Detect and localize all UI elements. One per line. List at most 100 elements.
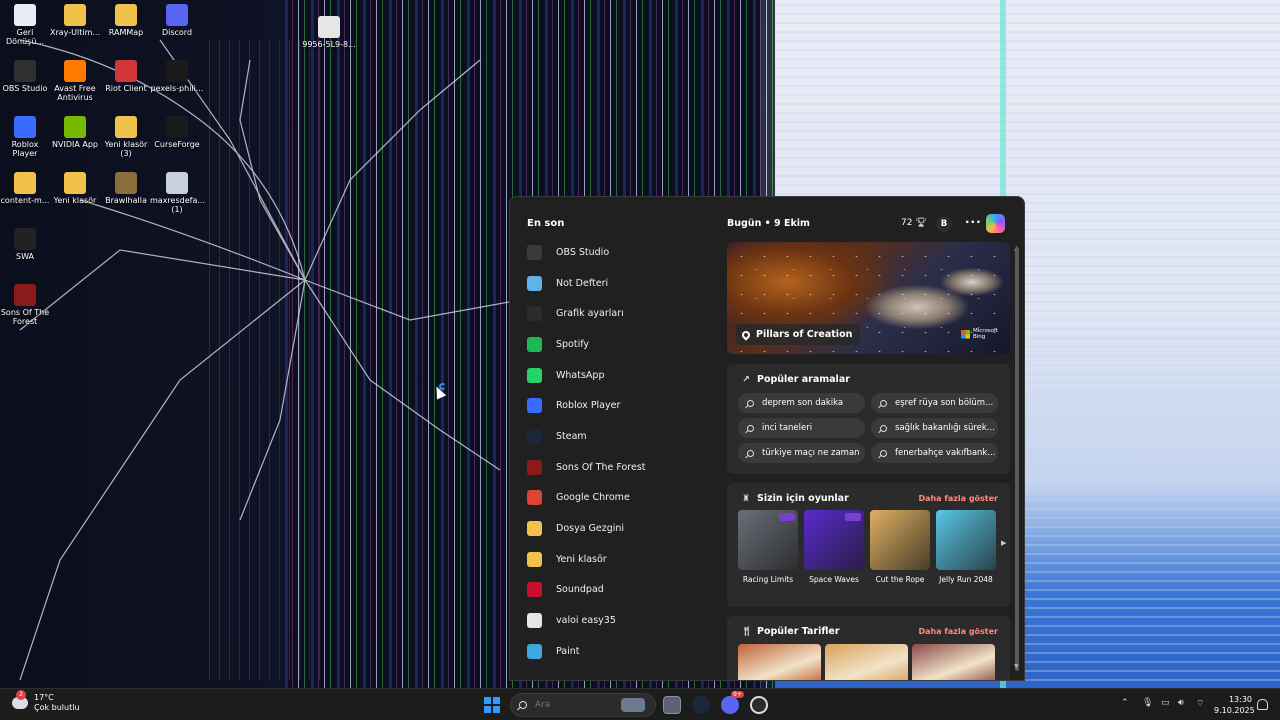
network-icon[interactable]: ⌔: [1196, 698, 1204, 709]
desktop-icon[interactable]: Yeni klasör (3): [99, 116, 153, 158]
desktop-icon[interactable]: 9956-5L9-8...: [302, 16, 356, 49]
game-thumbnail: [804, 510, 864, 570]
game-thumbnail: [870, 510, 930, 570]
recent-item[interactable]: Google Chrome: [527, 483, 717, 514]
recent-item[interactable]: Spotify: [527, 329, 717, 360]
notification-bell-icon[interactable]: [1257, 699, 1268, 710]
recent-item[interactable]: Grafik ayarları: [527, 298, 717, 329]
chevron-right-icon[interactable]: ▶: [1001, 539, 1006, 547]
more-options-icon[interactable]: ···: [965, 215, 982, 229]
system-clock[interactable]: 13:30 9.10.2025: [1214, 694, 1255, 716]
bing-brand-label: Microsoft Bing: [973, 328, 999, 340]
game-title: Space Waves: [809, 575, 859, 584]
news-scrollbar[interactable]: [1015, 247, 1019, 671]
news-header: Bugün • 9 Ekim 72 🏆︎ B ···: [727, 214, 1011, 234]
games-show-more-link[interactable]: Daha fazla göster: [918, 494, 998, 503]
game-tile[interactable]: Racing Limits: [738, 510, 798, 584]
search-suggestion-pill[interactable]: fenerbahçe vakıfbank...: [871, 443, 998, 463]
desktop-icon[interactable]: Discord: [150, 4, 204, 37]
search-icon: [747, 424, 754, 432]
volume-icon[interactable]: 🔊︎: [1178, 698, 1184, 708]
recent-item[interactable]: Steam: [527, 421, 717, 452]
account-avatar[interactable]: B: [936, 216, 952, 232]
recent-item-label: Roblox Player: [556, 400, 621, 412]
search-suggestion-pill[interactable]: deprem son dakika: [738, 393, 865, 413]
search-icon: [747, 449, 754, 457]
desktop-icon[interactable]: NVIDIA App: [48, 116, 102, 149]
desktop-icon[interactable]: Sons Of The Forest: [0, 284, 52, 326]
desktop-icon-label: Avast Free Antivirus: [54, 84, 96, 102]
search-suggestion-pill[interactable]: eşref rüya son bölüm...: [871, 393, 998, 413]
desktop-icon[interactable]: SWA: [0, 228, 52, 261]
task-view-icon[interactable]: [663, 696, 681, 714]
search-suggestion-pill[interactable]: inci taneleri: [738, 418, 865, 438]
folder-icon: [115, 116, 137, 138]
weather-widget[interactable]: 2 17°C Çok bulutlu: [12, 690, 80, 713]
recent-item[interactable]: Paint: [527, 636, 717, 667]
desktop-icon[interactable]: Xray-Ultim...: [48, 4, 102, 37]
desktop-icon[interactable]: Riot Client: [99, 60, 153, 93]
display-icon[interactable]: ▭: [1161, 698, 1170, 708]
desktop-icon[interactable]: content-m...: [0, 172, 52, 205]
search-suggestion-pill[interactable]: türkiye maçı ne zaman: [738, 443, 865, 463]
hero-location-label[interactable]: Pillars of Creation: [736, 324, 861, 345]
file-icon: [318, 16, 340, 38]
desktop-icon[interactable]: Roblox Player: [0, 116, 52, 158]
discord-icon[interactable]: 9+: [721, 691, 744, 714]
recent-item-label: Steam: [556, 430, 587, 442]
recent-item[interactable]: Not Defteri: [527, 268, 717, 299]
recent-item[interactable]: Yeni klasör: [527, 544, 717, 575]
clock-time: 13:30: [1228, 695, 1252, 704]
desktop-icon-label: Yeni klasör: [53, 196, 97, 205]
scroll-down-icon[interactable]: ▼: [1014, 663, 1019, 670]
hero-image-card[interactable]: Pillars of Creation Microsoft Bing: [727, 242, 1010, 354]
game-tile[interactable]: Cut the Rope: [870, 510, 930, 584]
search-input[interactable]: [535, 700, 615, 710]
taskbar-search[interactable]: [510, 693, 656, 717]
recipe-thumbnail[interactable]: [825, 644, 908, 680]
obs-icon: [14, 60, 36, 82]
start-button[interactable]: [484, 697, 500, 713]
rewards-points[interactable]: 72 🏆︎: [901, 218, 927, 228]
search-suggestion-pill[interactable]: sağlık bakanlığı sürek...: [871, 418, 998, 438]
recent-item[interactable]: OBS Studio: [527, 237, 717, 268]
game-thumbnail: [738, 510, 798, 570]
recent-item[interactable]: Sons Of The Forest: [527, 452, 717, 483]
avast-icon: [64, 60, 86, 82]
steam-icon[interactable]: [692, 696, 710, 714]
swa-icon: [14, 228, 36, 250]
bing-brand: Microsoft Bing: [961, 328, 1005, 340]
desktop-icon[interactable]: Brawlhalla: [99, 172, 153, 205]
cloud-icon: 2: [12, 690, 28, 709]
recent-item[interactable]: Roblox Player: [527, 390, 717, 421]
recipe-thumbnail[interactable]: [738, 644, 821, 680]
recent-item[interactable]: Soundpad: [527, 575, 717, 606]
recent-item-label: Soundpad: [556, 584, 604, 596]
chrome-icon[interactable]: [750, 696, 768, 714]
desktop-icon[interactable]: Geri Dönüşü...: [0, 4, 52, 46]
desktop-icon[interactable]: OBS Studio: [0, 60, 52, 93]
recent-item[interactable]: Dosya Gezgini: [527, 513, 717, 544]
search-highlight-icon: [621, 698, 645, 712]
desktop-icon[interactable]: RAMMap: [99, 4, 153, 37]
desktop-icon[interactable]: CurseForge: [150, 116, 204, 149]
recent-item-label: Yeni klasör: [556, 553, 607, 565]
search-icon: [519, 701, 527, 709]
popular-searches-title: ↗ Popüler aramalar: [742, 374, 850, 385]
desktop-icon[interactable]: pexels-phili...: [150, 60, 204, 93]
desktop-icon[interactable]: Avast Free Antivirus: [48, 60, 102, 102]
recent-item-label: Grafik ayarları: [556, 308, 624, 320]
microphone-icon[interactable]: 🎙︎: [1142, 698, 1153, 708]
popular-searches-card: ↗ Popüler aramalar deprem son dakika eşre…: [727, 364, 1010, 474]
show-hidden-icons-icon[interactable]: ⌃: [1121, 698, 1129, 708]
recent-item[interactable]: WhatsApp: [527, 360, 717, 391]
desktop-icon[interactable]: Yeni klasör: [48, 172, 102, 205]
recipe-thumbnail[interactable]: [912, 644, 995, 680]
game-tile[interactable]: Jelly Run 2048: [936, 510, 996, 584]
desktop-icon[interactable]: maxresdefa... (1): [150, 172, 205, 214]
recent-item-label: WhatsApp: [556, 369, 605, 381]
recipes-show-more-link[interactable]: Daha fazla göster: [918, 627, 998, 636]
copilot-icon[interactable]: [986, 214, 1005, 233]
recent-item[interactable]: valoi easy35: [527, 605, 717, 636]
game-tile[interactable]: Space Waves: [804, 510, 864, 584]
